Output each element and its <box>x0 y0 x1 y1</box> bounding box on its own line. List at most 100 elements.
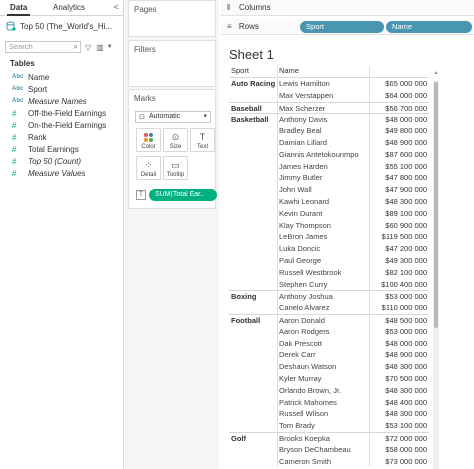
table-row[interactable]: Tom Brady $53 100 000 <box>229 420 429 432</box>
table-row[interactable]: Stephen Curry $100 400 000 <box>229 279 429 291</box>
marks-card-title: Marks <box>134 94 156 103</box>
table-row[interactable]: Paul George $49 300 000 <box>229 255 429 267</box>
table-row[interactable]: Auto Racing Lewis Hamilton $65 000 000 <box>229 78 429 90</box>
field-item[interactable]: # Off-the-Field Earnings <box>0 107 123 119</box>
table-row[interactable]: Derek Carr $48 900 000 <box>229 349 429 361</box>
earnings-cell: $60 900 000 <box>385 220 427 230</box>
sport-column-header[interactable]: Sport <box>231 66 249 75</box>
table-row[interactable]: Bradley Beal $49 800 000 <box>229 125 429 137</box>
color-icon <box>137 131 160 144</box>
table-row[interactable]: Luka Doncic $47 200 000 <box>229 243 429 255</box>
field-item[interactable]: # Top 50 (Count) <box>0 156 123 168</box>
name-cell: Bradley Beal <box>279 126 322 136</box>
table-row[interactable]: Kevin Durant $89 100 000 <box>229 208 429 220</box>
name-cell: John Wall <box>279 185 312 195</box>
pages-card-title: Pages <box>134 5 157 14</box>
pages-card[interactable]: Pages <box>128 0 216 37</box>
vertical-scrollbar[interactable] <box>433 80 439 469</box>
table-row[interactable]: James Harden $55 100 000 <box>229 161 429 173</box>
size-button[interactable]: ⊙ Size <box>163 128 188 152</box>
table-row[interactable]: Canelo Alvarez $110 000 000 <box>229 302 429 314</box>
table-row[interactable]: Bryson DeChambeau $58 000 000 <box>229 444 429 456</box>
detail-button[interactable]: ⁘ Detail <box>136 156 161 180</box>
text-button[interactable]: T Text <box>190 128 215 152</box>
name-cell: Orlando Brown, Jr. <box>279 385 342 395</box>
table-row[interactable]: Orlando Brown, Jr. $48 300 000 <box>229 385 429 397</box>
table-row[interactable]: LeBron James $119 500 000 <box>229 231 429 243</box>
field-item[interactable]: # Total Earnings <box>0 144 123 156</box>
table-row[interactable]: Cameron Smith $73 000 000 <box>229 456 429 468</box>
table-row[interactable]: Russell Wilson $48 300 000 <box>229 408 429 420</box>
worksheet-area: ⦀ Columns ≡ Rows Sport Name Sheet 1 Spor… <box>221 0 474 469</box>
field-item[interactable]: Abc Sport <box>0 83 123 95</box>
field-name: Measure Values <box>28 169 86 179</box>
field-item[interactable]: Abc Measure Names <box>0 95 123 107</box>
earnings-cell: $55 100 000 <box>385 161 427 171</box>
scroll-up-icon[interactable]: ▲ <box>433 70 439 78</box>
earnings-cell: $87 600 000 <box>385 149 427 159</box>
field-item[interactable]: Abc Name <box>0 71 123 83</box>
view-toggle-icon[interactable]: ▥ <box>96 43 104 52</box>
tab-analytics[interactable]: Analytics <box>53 3 85 12</box>
rows-icon: ≡ <box>227 22 232 31</box>
table-row[interactable]: Kawhi Leonard $48 300 000 <box>229 196 429 208</box>
table-row[interactable]: Max Verstappen $64 000 000 <box>229 90 429 102</box>
name-column-header[interactable]: Name <box>279 66 299 75</box>
table-row[interactable]: Football Aaron Donald $48 500 000 <box>229 314 429 326</box>
sport-pill[interactable]: Sport <box>300 20 385 33</box>
filter-icon[interactable]: ▽ <box>85 43 91 52</box>
measure-type-icon: # <box>12 169 17 179</box>
table-row[interactable]: Giannis Antetokounmpo $87 600 000 <box>229 149 429 161</box>
table-row[interactable]: Dak Prescott $48 000 000 <box>229 338 429 350</box>
dimension-type-icon: Abc <box>12 86 24 93</box>
table-row[interactable]: Basketball Anthony Davis $48 000 000 <box>229 113 429 125</box>
table-row[interactable]: Golf Brooks Koepka $72 000 000 <box>229 432 429 444</box>
table-row[interactable]: Klay Thompson $60 900 000 <box>229 220 429 232</box>
name-pill[interactable]: Name <box>386 20 472 33</box>
field-search-input[interactable]: Search ⌕ <box>5 41 81 53</box>
table-row[interactable]: Aaron Rodgers $53 000 000 <box>229 326 429 338</box>
name-cell: Paul George <box>279 256 322 265</box>
field-item[interactable]: # Measure Values <box>0 168 123 180</box>
table-row[interactable]: Kyler Murray $70 500 000 <box>229 373 429 385</box>
field-search-row: Search ⌕ ▽ ▥ ▼ <box>5 41 119 53</box>
sheet-title[interactable]: Sheet 1 <box>229 47 274 62</box>
name-cell: Kawhi Leonard <box>279 197 330 206</box>
earnings-cell: $53 100 000 <box>385 421 427 431</box>
dimension-type-icon: Abc <box>12 74 24 81</box>
rows-shelf[interactable]: ≡ Rows Sport Name <box>221 19 474 35</box>
name-cell: Luka Doncic <box>279 244 321 254</box>
scrollbar-thumb[interactable] <box>434 82 438 328</box>
cards-area: Pages Filters Marks ⊡ Automatic ▾ Color … <box>125 0 219 469</box>
marks-card: Marks ⊡ Automatic ▾ Color ⊙ Size T Text <box>128 89 217 209</box>
table-row[interactable]: Patrick Mahomes $48 400 000 <box>229 397 429 409</box>
table-row[interactable]: Jimmy Butler $47 800 000 <box>229 172 429 184</box>
filters-card-title: Filters <box>134 45 156 54</box>
field-item[interactable]: # Rank <box>0 131 123 143</box>
name-cell: Stephen Curry <box>279 279 328 289</box>
sum-total-earnings-pill[interactable]: SUM(Total Ear.. <box>149 189 217 201</box>
table-row[interactable]: John Wall $47 900 000 <box>229 184 429 196</box>
tab-data[interactable]: Data <box>6 3 31 16</box>
table-row[interactable]: Boxing Anthony Joshua $53 000 000 <box>229 290 429 302</box>
field-item[interactable]: # On-the-Field Earnings <box>0 119 123 131</box>
name-cell: Deshaun Watson <box>279 362 337 372</box>
table-row[interactable]: Deshaun Watson $48 300 000 <box>229 361 429 373</box>
chevron-down-icon[interactable]: ▼ <box>107 44 113 50</box>
data-source[interactable]: Top 50 (The_World's_Hi... <box>6 19 121 33</box>
columns-shelf[interactable]: ⦀ Columns <box>221 0 474 16</box>
earnings-cell: $47 200 000 <box>385 244 427 254</box>
earnings-cell: $119 500 000 <box>381 232 427 242</box>
collapse-pane-icon[interactable]: < <box>114 2 119 12</box>
earnings-cell: $64 000 000 <box>385 90 427 100</box>
filters-card[interactable]: Filters <box>128 40 216 87</box>
earnings-cell: $70 500 000 <box>385 374 427 383</box>
table-row[interactable]: Damian Lillard $48 900 000 <box>229 137 429 149</box>
table-row[interactable]: Baseball Max Scherzer $56 700 000 <box>229 101 429 114</box>
tooltip-button[interactable]: ▭ Tooltip <box>163 156 188 180</box>
text-label: Text <box>196 144 208 150</box>
table-row[interactable]: Russell Westbrook $82 100 000 <box>229 267 429 279</box>
color-button[interactable]: Color <box>136 128 161 152</box>
detail-icon: ⁘ <box>144 160 153 170</box>
mark-type-dropdown[interactable]: ⊡ Automatic ▾ <box>135 111 211 123</box>
